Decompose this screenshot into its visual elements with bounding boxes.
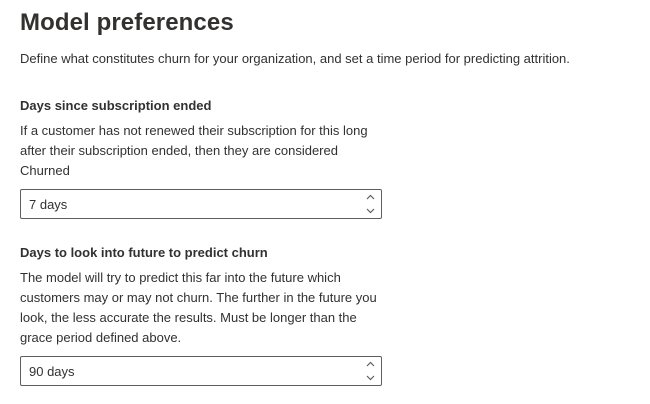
increment-button[interactable] bbox=[359, 190, 381, 204]
days-to-predict-churn-description: The model will try to predict this far i… bbox=[20, 270, 377, 345]
days-since-subscription-ended-description: If a customer has not renewed their subs… bbox=[20, 123, 368, 178]
increment-button[interactable] bbox=[359, 357, 381, 371]
spin-arrows bbox=[359, 357, 381, 385]
days-to-predict-churn-value[interactable]: 90 days bbox=[29, 364, 75, 379]
days-to-predict-churn-spinbutton[interactable]: 90 days bbox=[20, 356, 382, 386]
chevron-up-icon bbox=[366, 361, 374, 367]
days-to-predict-churn-heading: Days to look into future to predict chur… bbox=[20, 245, 268, 260]
page-description: Define what constitutes churn for your o… bbox=[20, 51, 570, 66]
days-since-subscription-ended-spinbutton[interactable]: 7 days bbox=[20, 189, 382, 219]
page-title: Model preferences bbox=[20, 9, 234, 36]
spin-arrows bbox=[359, 190, 381, 218]
decrement-button[interactable] bbox=[359, 371, 381, 385]
decrement-button[interactable] bbox=[359, 204, 381, 218]
chevron-down-icon bbox=[366, 208, 374, 214]
days-since-subscription-ended-heading: Days since subscription ended bbox=[20, 98, 212, 113]
days-since-subscription-ended-value[interactable]: 7 days bbox=[29, 197, 67, 212]
chevron-up-icon bbox=[366, 194, 374, 200]
chevron-down-icon bbox=[366, 375, 374, 381]
